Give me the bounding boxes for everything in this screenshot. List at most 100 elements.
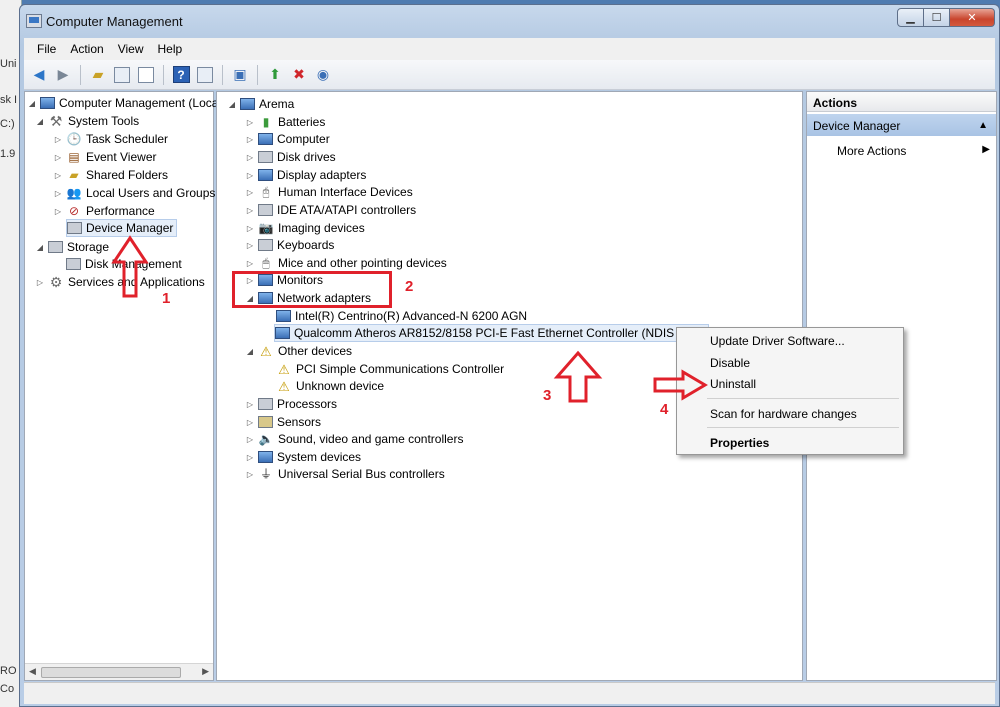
sensor-icon (258, 416, 273, 428)
enable-device-icon[interactable]: ◉ (312, 64, 334, 86)
tree-item-task-scheduler[interactable]: ▷ 🕒 Task Scheduler (53, 130, 168, 148)
tree-root[interactable]: ◢ Computer Management (Local (27, 94, 221, 112)
computer-management-icon (26, 14, 42, 28)
expand-icon[interactable]: ▷ (245, 206, 255, 215)
event-viewer-icon: ▤ (68, 150, 80, 164)
camera-icon: 📷 (258, 221, 274, 235)
menu-action[interactable]: Action (63, 42, 110, 56)
menu-update-driver[interactable]: Update Driver Software... (710, 334, 845, 348)
expand-icon[interactable]: ▷ (35, 278, 45, 287)
background-text: Co (0, 683, 15, 695)
forward-arrow-icon[interactable]: ▶ (52, 64, 74, 86)
close-button[interactable]: ✕ (950, 8, 995, 27)
expand-icon[interactable]: ▷ (245, 241, 255, 250)
device-unknown[interactable]: ⚠ Unknown device (276, 377, 384, 395)
device-intel-wifi[interactable]: Intel(R) Centrino(R) Advanced-N 6200 AGN (276, 307, 527, 325)
menu-uninstall[interactable]: Uninstall (710, 377, 756, 391)
expand-icon[interactable]: ▷ (53, 135, 63, 144)
menu-file[interactable]: File (30, 42, 63, 56)
device-category-mice[interactable]: ▷ 🖱 Mice and other pointing devices (245, 254, 447, 272)
device-category-disk-drives[interactable]: ▷ Disk drives (245, 148, 336, 166)
expand-icon[interactable]: ▷ (245, 400, 255, 409)
scroll-right-icon[interactable]: ▶ (202, 666, 209, 677)
show-hide-tree-icon[interactable] (111, 64, 133, 86)
tree-label: Unknown device (296, 379, 385, 393)
tree-item-system-tools[interactable]: ◢ ⚒ System Tools (35, 112, 139, 130)
device-category-processors[interactable]: ▷ Processors (245, 395, 337, 413)
device-category-sound[interactable]: ▷ 🔈 Sound, video and game controllers (245, 430, 464, 448)
device-root[interactable]: ◢ Arema (227, 95, 294, 113)
device-category-computer[interactable]: ▷ Computer (245, 130, 330, 148)
annotation-number-1: 1 (162, 290, 171, 307)
expand-icon[interactable]: ▷ (245, 135, 255, 144)
expand-icon[interactable]: ▷ (245, 224, 255, 233)
tree-item-event-viewer[interactable]: ▷ ▤ Event Viewer (53, 148, 157, 166)
device-category-system[interactable]: ▷ System devices (245, 448, 361, 466)
up-folder-icon[interactable]: ▰ (87, 64, 109, 86)
scroll-left-icon[interactable]: ◀ (29, 666, 36, 677)
expand-icon[interactable]: ▷ (245, 453, 255, 462)
expand-icon[interactable]: ▷ (245, 188, 255, 197)
tree-item-storage[interactable]: ◢ Storage (35, 238, 109, 256)
device-category-batteries[interactable]: ▷ ▮ Batteries (245, 113, 325, 131)
collapse-icon[interactable]: ◢ (35, 243, 45, 252)
uninstall-icon[interactable]: ✖ (288, 64, 310, 86)
scan-hardware-icon[interactable]: ▣ (229, 64, 251, 86)
tree-item-shared-folders[interactable]: ▷ ▰ Shared Folders (53, 166, 168, 184)
expand-icon[interactable]: ▷ (245, 118, 255, 127)
update-driver-icon[interactable]: ⬆ (264, 64, 286, 86)
scrollbar-thumb[interactable] (41, 667, 181, 678)
menu-disable[interactable]: Disable (710, 356, 750, 370)
menu-scan-hardware[interactable]: Scan for hardware changes (710, 407, 857, 421)
expand-icon[interactable]: ▷ (53, 171, 63, 180)
menu-help[interactable]: Help (151, 42, 190, 56)
collapse-icon[interactable]: ◢ (227, 100, 237, 109)
collapse-icon[interactable]: ◢ (245, 347, 255, 356)
maximize-button[interactable]: ☐ (924, 8, 950, 27)
back-arrow-icon[interactable]: ◀ (28, 64, 50, 86)
more-actions-link[interactable]: More Actions (837, 144, 906, 158)
properties-icon[interactable] (135, 64, 157, 86)
actions-device-manager-section[interactable]: Device Manager ▲ (807, 114, 996, 136)
show-action-pane-icon[interactable] (194, 64, 216, 86)
tree-label: Universal Serial Bus controllers (278, 467, 445, 481)
annotation-arrow-right-4 (653, 369, 708, 401)
expand-icon[interactable]: ▷ (245, 470, 255, 479)
minimize-button[interactable]: ▁ (897, 8, 924, 27)
title-bar[interactable]: Computer Management ▁ ☐ ✕ (20, 5, 999, 37)
device-pci-controller[interactable]: ⚠ PCI Simple Communications Controller (276, 360, 504, 378)
help-icon[interactable]: ? (170, 64, 192, 86)
background-text: RO (0, 665, 17, 677)
collapse-icon[interactable]: ◢ (27, 99, 37, 108)
device-category-ide[interactable]: ▷ IDE ATA/ATAPI controllers (245, 201, 416, 219)
expand-icon[interactable]: ▷ (53, 189, 63, 198)
expand-icon[interactable]: ▷ (245, 418, 255, 427)
tree-item-device-manager[interactable]: Device Manager (66, 219, 178, 237)
tree-label: Display adapters (277, 168, 367, 182)
device-category-usb[interactable]: ▷ ⏚ Universal Serial Bus controllers (245, 465, 445, 483)
expand-icon[interactable]: ▷ (53, 207, 63, 216)
menu-properties[interactable]: Properties (710, 436, 769, 450)
menu-view[interactable]: View (111, 42, 151, 56)
collapse-icon[interactable]: ◢ (35, 117, 45, 126)
tree-label: Storage (67, 240, 110, 254)
collapse-up-icon[interactable]: ▲ (978, 120, 988, 131)
horizontal-scrollbar[interactable]: ◀ ▶ (25, 663, 213, 680)
expand-icon[interactable]: ▷ (245, 435, 255, 444)
expand-icon[interactable]: ▷ (245, 171, 255, 180)
device-category-display-adapters[interactable]: ▷ Display adapters (245, 166, 366, 184)
device-category-keyboards[interactable]: ▷ Keyboards (245, 236, 334, 254)
device-category-other[interactable]: ◢ ⚠ Other devices (245, 342, 352, 360)
expand-icon[interactable]: ▷ (245, 259, 255, 268)
device-category-hid[interactable]: ▷ 🖰 Human Interface Devices (245, 183, 413, 201)
device-category-imaging[interactable]: ▷ 📷 Imaging devices (245, 219, 365, 237)
tree-item-local-users[interactable]: ▷ 👥 Local Users and Groups (53, 184, 215, 202)
tree-item-performance[interactable]: ▷ ⊘ Performance (53, 202, 155, 220)
device-qualcomm-ethernet[interactable]: Qualcomm Atheros AR8152/8158 PCI-E Fast … (274, 324, 709, 342)
expand-icon[interactable]: ▷ (53, 153, 63, 162)
tree-label: Performance (86, 204, 155, 218)
display-adapter-icon (258, 169, 273, 181)
device-category-sensors[interactable]: ▷ Sensors (245, 413, 321, 431)
expand-icon[interactable]: ▷ (245, 153, 255, 162)
actions-header: Actions (807, 92, 996, 112)
